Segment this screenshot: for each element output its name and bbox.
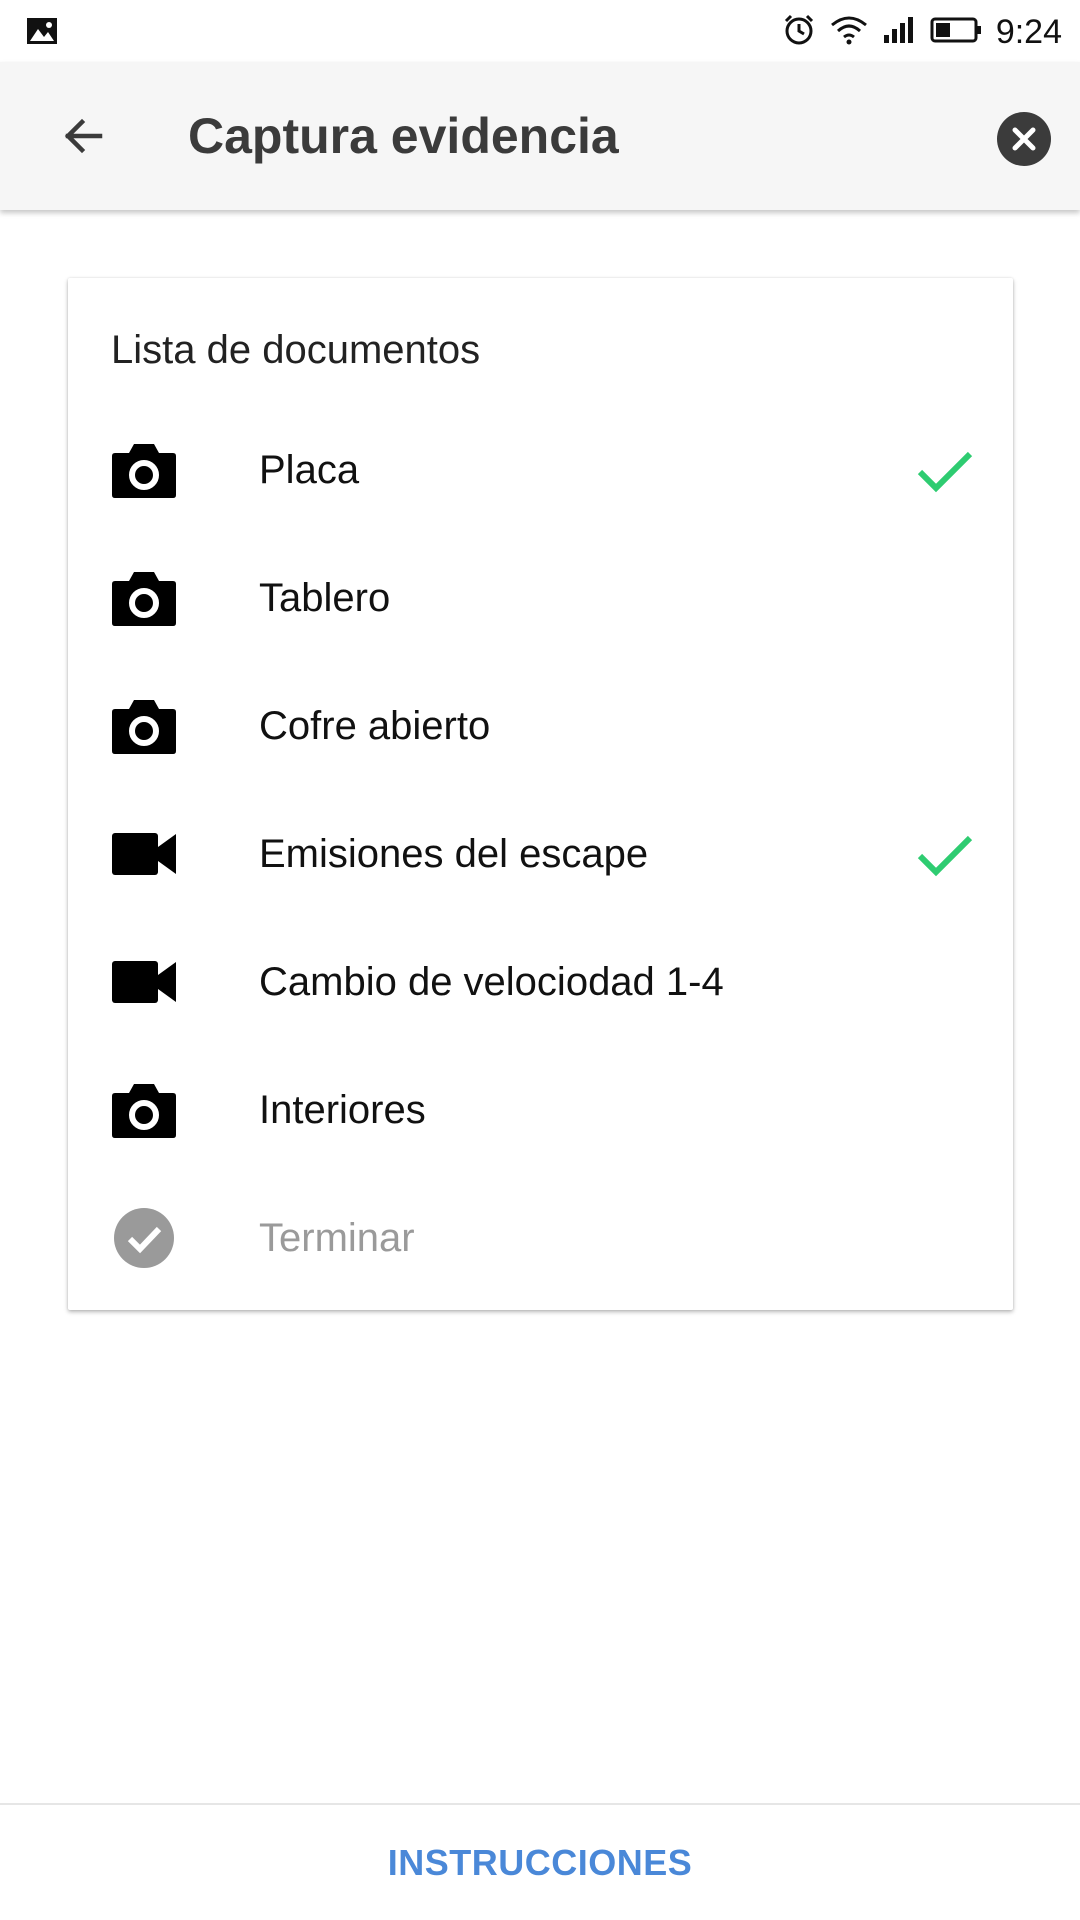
bottom-bar: INSTRUCCIONES (0, 1803, 1080, 1920)
status-time: 9:24 (995, 12, 1062, 51)
list-item-placa[interactable]: Placa (68, 406, 1013, 534)
list-item-label: Cofre abierto (259, 704, 491, 748)
check-icon (914, 440, 974, 500)
finish-button[interactable]: Terminar (68, 1174, 1013, 1302)
list-item-label: Cambio de velociodad 1-4 (259, 960, 724, 1004)
page-title: Captura evidencia (188, 108, 619, 164)
instructions-button[interactable]: INSTRUCCIONES (388, 1842, 693, 1884)
back-button[interactable] (52, 104, 116, 168)
status-bar: 9:24 (0, 0, 1080, 62)
list-item-tablero[interactable]: Tablero (68, 534, 1013, 662)
signal-icon (882, 15, 916, 50)
battery-icon (930, 16, 982, 49)
alarm-icon (782, 13, 816, 52)
list-item-interiores[interactable]: Interiores (68, 1046, 1013, 1174)
document-list-card: Lista de documentos Placa Tablero Cofre … (68, 278, 1013, 1310)
camera-icon (110, 564, 178, 632)
video-icon (110, 820, 178, 888)
list-item-label: Placa (259, 448, 360, 492)
card-title: Lista de documentos (111, 328, 481, 372)
list-item-cofre-abierto[interactable]: Cofre abierto (68, 662, 1013, 790)
app-bar: Captura evidencia (0, 62, 1080, 210)
finish-label: Terminar (259, 1216, 415, 1260)
list-item-label: Tablero (259, 576, 391, 620)
camera-icon (110, 692, 178, 760)
list-item-cambio-de-velocidad[interactable]: Cambio de velociodad 1-4 (68, 918, 1013, 1046)
arrow-back-icon (64, 118, 103, 154)
close-button[interactable] (996, 111, 1052, 172)
list-item-label: Interiores (259, 1088, 426, 1132)
wifi-icon (830, 15, 868, 50)
camera-icon (110, 436, 178, 504)
gallery-notification-icon (26, 17, 58, 50)
list-item-label: Emisiones del escape (259, 832, 649, 876)
video-icon (110, 948, 178, 1016)
check-icon (914, 824, 974, 884)
list-item-emisiones-del-escape[interactable]: Emisiones del escape (68, 790, 1013, 918)
camera-icon (110, 1076, 178, 1144)
check-circle-icon (110, 1204, 178, 1272)
close-circle-icon (997, 112, 1051, 166)
